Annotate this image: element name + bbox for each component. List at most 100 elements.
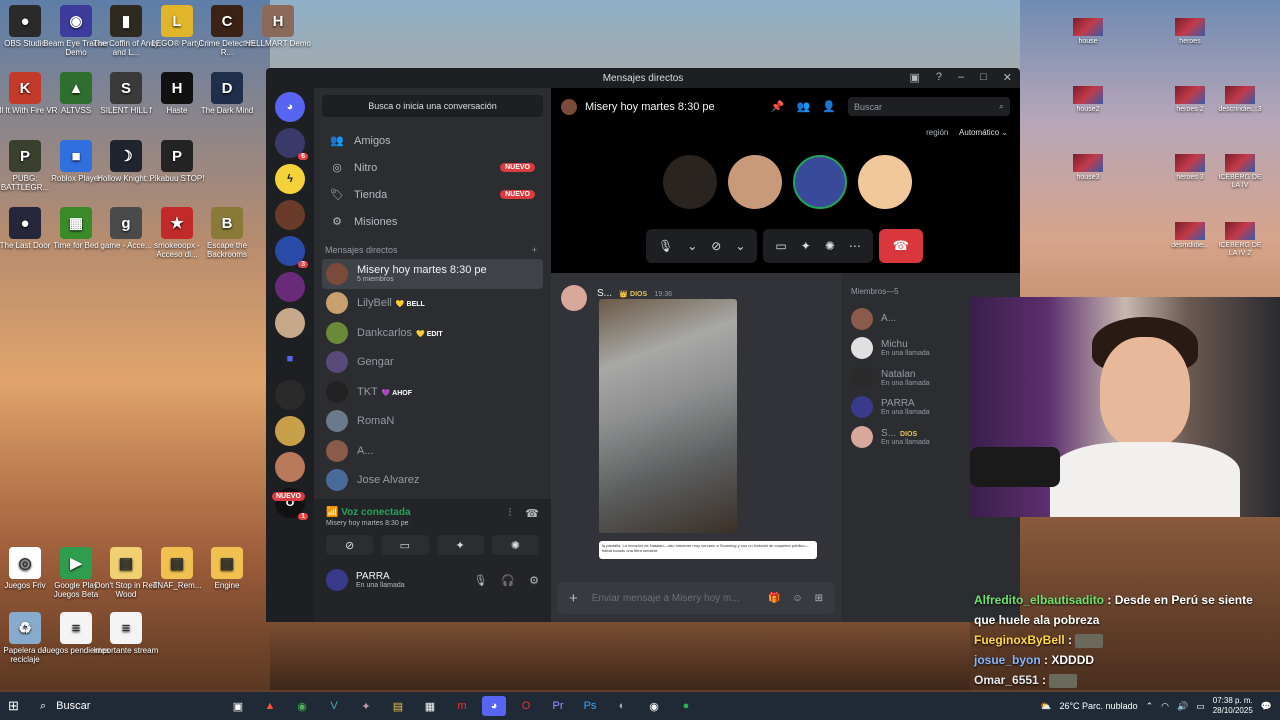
members-icon[interactable]: 👤 (822, 100, 836, 113)
file-explorer-icon[interactable]: ▤ (386, 696, 410, 716)
headphones-icon[interactable]: 🎧 (501, 574, 515, 587)
server-icon[interactable]: 6 (275, 128, 308, 160)
desktop-icon[interactable]: house3 (1063, 154, 1113, 182)
avatar[interactable] (326, 569, 348, 591)
emoji-icon[interactable]: ☺ (792, 593, 802, 604)
desktop-icon[interactable]: heroes (1165, 18, 1215, 46)
desktop-icon[interactable]: heroes 3 (1165, 154, 1215, 182)
store-icon[interactable]: ▦ (418, 696, 442, 716)
desktop-icon[interactable]: house2 (1063, 86, 1113, 114)
obs-icon[interactable]: ◉ (642, 696, 666, 716)
desktop-icon[interactable]: ICEBERG DE LA IV (1215, 154, 1265, 190)
maximize-button[interactable]: □ (980, 71, 987, 84)
desktop-icon[interactable]: desmdidie... (1165, 222, 1215, 250)
more-icon[interactable]: ⋯ (849, 239, 861, 253)
desktop-icon[interactable]: P Pikabuu STOP! (142, 140, 212, 183)
dm-item[interactable]: LilyBell 💛 BELL (322, 289, 543, 319)
call-participant-avatar[interactable] (663, 155, 717, 209)
plus-icon[interactable]: + (569, 590, 578, 607)
create-dm-button[interactable]: + (532, 245, 537, 255)
image-attachment[interactable] (599, 299, 737, 533)
desktop-icon[interactable]: H HELLMART Demo (243, 5, 313, 48)
discord-taskbar-icon[interactable]: ◕ (482, 696, 506, 716)
message-composer[interactable]: + Enviar mensaje a Misery hoy m... 🎁 ☺ ⊞ (557, 582, 835, 614)
dm-item[interactable]: Misery hoy martes 8:30 pe 5 miembros (322, 259, 543, 289)
disconnect-icon[interactable]: ☎ (525, 507, 539, 527)
dm-item[interactable]: RomaN (322, 407, 543, 437)
server-icon[interactable] (275, 452, 305, 482)
activities-button[interactable]: ✦ (436, 535, 484, 555)
screen-share-icon[interactable]: ▭ (775, 239, 786, 253)
spotify-icon[interactable]: ● (674, 696, 698, 716)
call-participant-avatar[interactable] (793, 155, 847, 209)
dm-item[interactable]: Jose Alvarez (322, 466, 543, 496)
desktop-icon[interactable]: B Escape the Backrooms (192, 207, 262, 259)
discord-home-icon[interactable]: ◕ (275, 92, 305, 122)
nav-item-misiones[interactable]: ⚙ Misiones (322, 208, 543, 235)
chrome-icon[interactable]: ◉ (290, 696, 314, 716)
call-participant-avatar[interactable] (858, 155, 912, 209)
region-selector[interactable]: región Automático ⌄ (926, 128, 1008, 137)
hang-up-button[interactable]: ☎ (878, 229, 923, 263)
nav-item-amigos[interactable]: 👥 Amigos (322, 127, 543, 154)
activities-icon[interactable]: ✦ (801, 239, 811, 253)
pin-icon[interactable]: 📌 (771, 100, 785, 113)
taskbar-search[interactable]: ⌕ Buscar (32, 692, 222, 720)
dm-item[interactable]: TKT 💜 AHOF (322, 377, 543, 407)
call-participant-avatar[interactable] (728, 155, 782, 209)
chevron-down-icon[interactable]: ⌄ (687, 239, 697, 253)
add-friends-icon[interactable]: 👥 (797, 100, 811, 113)
windows-start-icon[interactable]: ⊞ (8, 698, 19, 714)
text-attachment[interactable]: la pantalla. La mención de Natalan—otro … (599, 541, 817, 559)
microphone-icon[interactable]: 🎙 (473, 574, 487, 587)
volume-icon[interactable]: 🔊 (1177, 701, 1188, 712)
vscode-icon[interactable]: V (322, 696, 346, 716)
nav-item-nitro[interactable]: ◎ Nitro NUEVO (322, 154, 543, 181)
chevron-down-icon[interactable]: ⌄ (735, 239, 745, 253)
desktop-icon[interactable]: ICEBERG DE LA IV 2 (1215, 222, 1265, 258)
dm-item[interactable]: A... (322, 436, 543, 466)
folder-icon[interactable]: ■ (275, 344, 305, 374)
wifi-icon[interactable]: ◠ (1161, 701, 1169, 712)
server-icon[interactable] (275, 272, 305, 302)
premiere-icon[interactable]: Pr (546, 696, 570, 716)
dm-item[interactable]: Gengar (322, 348, 543, 378)
gift-icon[interactable]: 🎁 (768, 593, 780, 604)
server-icon[interactable] (275, 200, 305, 230)
minimize-button[interactable]: – (958, 71, 964, 84)
server-icon[interactable] (275, 380, 305, 410)
search-input[interactable]: Buscar ⌕ (848, 97, 1010, 116)
avatar[interactable] (561, 285, 587, 311)
voice-channel[interactable]: Misery hoy martes 8:30 pe (326, 520, 411, 527)
server-icon[interactable]: ϟ (275, 164, 305, 194)
microphone-icon[interactable]: 🎙 (658, 239, 673, 253)
server-icon[interactable] (275, 416, 305, 446)
nav-item-tienda[interactable]: 🏷 Tienda NUEVO (322, 181, 543, 208)
desktop-icon[interactable]: descriridiei...3 (1215, 86, 1265, 114)
battery-icon[interactable]: ▭ (1196, 701, 1205, 712)
camera-off-button[interactable]: ⊘ (326, 535, 374, 555)
find-conversation-button[interactable]: Busca o inicia una conversación (322, 95, 543, 117)
server-icon[interactable]: 3 (275, 236, 308, 268)
soundboard-icon[interactable]: ✺ (825, 239, 835, 253)
camera-off-icon[interactable]: ⊘ (711, 239, 721, 253)
server-icon[interactable] (275, 308, 305, 338)
app-icon[interactable]: m (450, 696, 474, 716)
brave-icon[interactable]: ▲ (258, 696, 282, 716)
help-icon[interactable]: ? (936, 71, 942, 84)
apps-icon[interactable]: ⊞ (815, 593, 823, 604)
soundboard-button[interactable]: ✺ (491, 535, 539, 555)
inbox-icon[interactable]: ▣ (909, 71, 919, 84)
desktop-icon[interactable]: house (1063, 18, 1113, 46)
copilot-icon[interactable]: ✦ (354, 696, 378, 716)
noise-suppression-icon[interactable]: ⫶ (509, 507, 512, 527)
photoshop-icon[interactable]: Ps (578, 696, 602, 716)
weather-text[interactable]: 26°C Parc. nublado (1059, 701, 1137, 711)
settings-icon[interactable]: ⚙ (529, 574, 539, 587)
task-view-icon[interactable]: ▣ (226, 696, 250, 716)
screen-share-button[interactable]: ▭ (381, 535, 429, 555)
desktop-icon[interactable]: ≡ importante stream (91, 612, 161, 655)
chevron-up-icon[interactable]: ⌃ (1146, 701, 1154, 712)
dm-item[interactable]: Dankcarlos 💛 EDIT (322, 318, 543, 348)
message-author[interactable]: S... (597, 288, 612, 299)
